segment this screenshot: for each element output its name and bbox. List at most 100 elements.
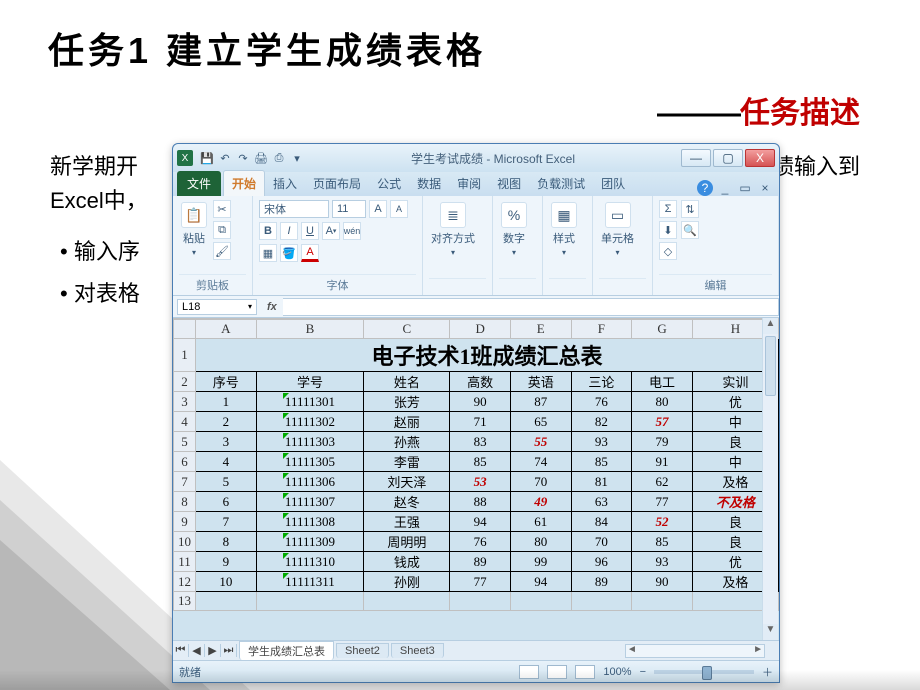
data-cell[interactable]: 62 [632,472,693,492]
data-cell[interactable]: 63 [571,492,632,512]
row-header[interactable]: 4 [174,412,196,432]
data-cell[interactable]: 赵冬 [364,492,450,512]
data-cell[interactable]: 85 [632,532,693,552]
data-cell[interactable]: 57 [632,412,693,432]
row-header[interactable]: 11 [174,552,196,572]
sheet-nav-first-icon[interactable]: ⏮ [173,644,189,657]
data-cell[interactable]: 94 [450,512,511,532]
data-cell[interactable]: 99 [510,552,571,572]
data-cell[interactable]: 11111310 [256,552,364,572]
horizontal-scrollbar[interactable] [625,644,765,658]
data-cell[interactable]: 10 [196,572,257,592]
table-title-cell[interactable]: 电子技术1班成绩汇总表 [196,339,779,372]
data-cell[interactable]: 65 [510,412,571,432]
data-cell[interactable]: 55 [510,432,571,452]
data-cell[interactable]: 5 [196,472,257,492]
column-header[interactable]: B [256,320,364,339]
data-cell[interactable]: 52 [632,512,693,532]
column-header[interactable]: G [632,320,693,339]
data-cell[interactable]: 4 [196,452,257,472]
row-header[interactable]: 3 [174,392,196,412]
data-cell[interactable]: 89 [450,552,511,572]
tab-view[interactable]: 视图 [489,171,529,196]
data-cell[interactable]: 91 [632,452,693,472]
data-cell[interactable]: 刘天泽 [364,472,450,492]
data-cell[interactable]: 82 [571,412,632,432]
qat-redo-icon[interactable]: ↷ [235,150,251,166]
column-header[interactable]: E [510,320,571,339]
font-size-combo[interactable]: 11 [332,200,366,218]
cut-icon[interactable]: ✂ [213,200,231,218]
row-header[interactable]: 8 [174,492,196,512]
qat-preview-icon[interactable]: ⎙ [271,150,287,166]
data-cell[interactable]: 79 [632,432,693,452]
scroll-thumb[interactable] [765,336,776,396]
row-header[interactable]: 1 [174,339,196,372]
data-cell[interactable]: 11111305 [256,452,364,472]
header-cell[interactable]: 英语 [510,372,571,392]
empty-cell[interactable] [196,592,257,611]
data-cell[interactable]: 77 [632,492,693,512]
grow-font-icon[interactable]: A [369,200,387,218]
header-cell[interactable]: 学号 [256,372,364,392]
empty-cell[interactable] [256,592,364,611]
sheet-nav-prev-icon[interactable]: ◀ [189,644,205,657]
data-cell[interactable]: 11111306 [256,472,364,492]
header-cell[interactable]: 三论 [571,372,632,392]
data-cell[interactable]: 11111303 [256,432,364,452]
data-cell[interactable]: 96 [571,552,632,572]
scroll-up-icon[interactable]: ▲ [763,318,778,334]
data-cell[interactable]: 李雷 [364,452,450,472]
data-cell[interactable]: 孙刚 [364,572,450,592]
bold-button[interactable]: B [259,222,277,240]
data-cell[interactable]: 81 [571,472,632,492]
shrink-font-icon[interactable]: A [390,200,408,218]
close-button[interactable]: X [745,149,775,167]
row-header[interactable]: 2 [174,372,196,392]
data-cell[interactable]: 11111309 [256,532,364,552]
data-cell[interactable]: 74 [510,452,571,472]
data-cell[interactable]: 赵丽 [364,412,450,432]
header-cell[interactable]: 序号 [196,372,257,392]
tab-review[interactable]: 审阅 [449,171,489,196]
tab-team[interactable]: 团队 [593,171,633,196]
data-cell[interactable]: 85 [571,452,632,472]
column-header[interactable]: C [364,320,450,339]
header-cell[interactable]: 姓名 [364,372,450,392]
clear-icon[interactable]: ◇ [659,242,677,260]
row-header[interactable]: 6 [174,452,196,472]
alignment-button[interactable]: ≣对齐方式▾ [429,200,477,259]
data-cell[interactable]: 7 [196,512,257,532]
tab-load-test[interactable]: 负载测试 [529,171,593,196]
underline-button[interactable]: U [301,222,319,240]
data-cell[interactable]: 85 [450,452,511,472]
tab-insert[interactable]: 插入 [265,171,305,196]
window-titlebar[interactable]: X 💾 ↶ ↷ 🖨 ⎙ ▾ 学生考试成绩 - Microsoft Excel —… [173,144,779,172]
copy-icon[interactable]: ⧉ [213,221,231,239]
data-cell[interactable]: 53 [450,472,511,492]
autosum-icon[interactable]: Σ [659,200,677,218]
row-header[interactable]: 5 [174,432,196,452]
data-cell[interactable]: 8 [196,532,257,552]
formula-input[interactable] [283,298,779,316]
row-header[interactable]: 13 [174,592,196,611]
data-cell[interactable]: 87 [510,392,571,412]
data-cell[interactable]: 9 [196,552,257,572]
row-header[interactable]: 10 [174,532,196,552]
name-box[interactable]: L18▾ [177,299,257,315]
row-header[interactable]: 9 [174,512,196,532]
mdi-minimize-icon[interactable]: _ [717,180,733,196]
sheet-nav-last-icon[interactable]: ⏭ [221,644,237,657]
data-cell[interactable]: 76 [450,532,511,552]
data-cell[interactable]: 77 [450,572,511,592]
empty-cell[interactable] [364,592,450,611]
data-cell[interactable]: 11111301 [256,392,364,412]
data-cell[interactable]: 11111302 [256,412,364,432]
data-cell[interactable]: 孙燕 [364,432,450,452]
qat-customize-icon[interactable]: ▾ [289,150,305,166]
data-cell[interactable]: 89 [571,572,632,592]
data-cell[interactable]: 王强 [364,512,450,532]
data-cell[interactable]: 83 [450,432,511,452]
sheet-tab-active[interactable]: 学生成绩汇总表 [239,641,334,660]
italic-button[interactable]: I [280,222,298,240]
